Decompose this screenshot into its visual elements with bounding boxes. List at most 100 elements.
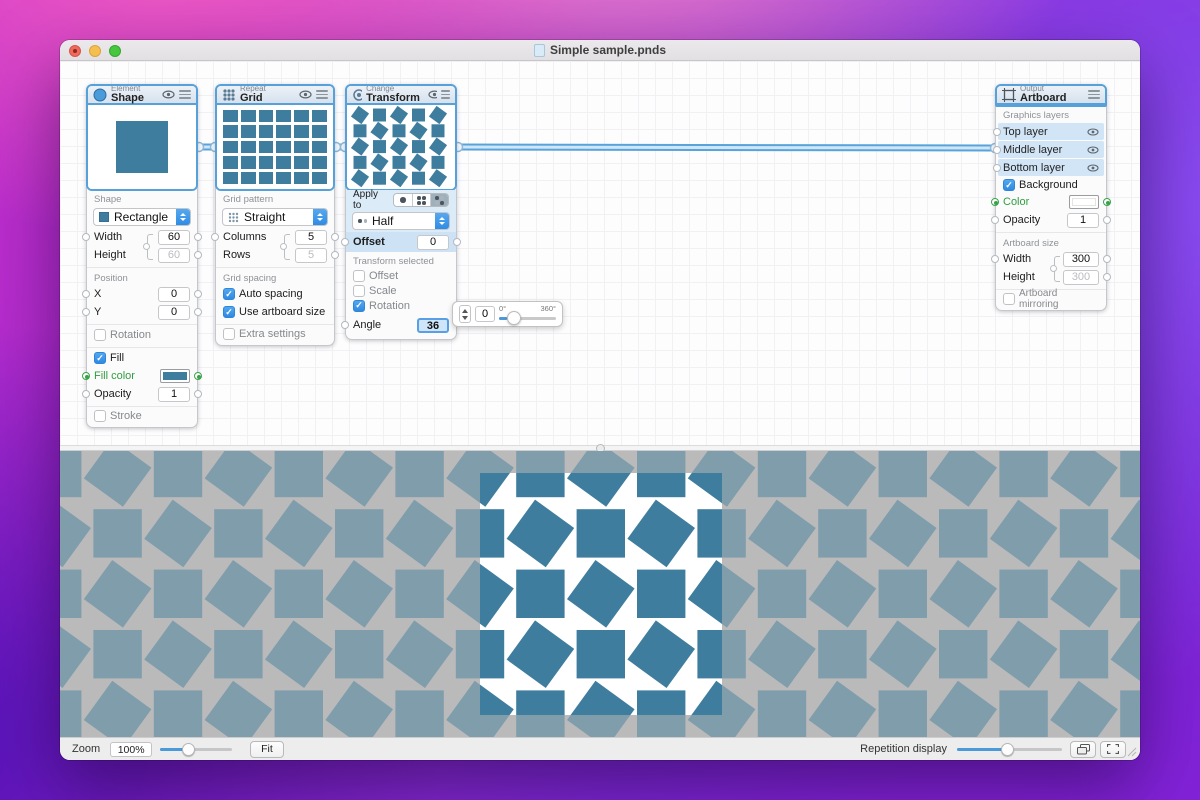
artboard-height-port[interactable] bbox=[1103, 273, 1111, 281]
artboard-color-row: Color bbox=[996, 193, 1106, 211]
opacity-port-left[interactable] bbox=[82, 390, 90, 398]
y-field[interactable]: 0 bbox=[158, 305, 190, 320]
rotation-enable-checkbox[interactable]: ✓ bbox=[353, 300, 365, 312]
artboard-opacity-field[interactable]: 1 bbox=[1067, 213, 1099, 228]
use-artboard-checkbox[interactable]: ✓ bbox=[223, 306, 235, 318]
width-port-left[interactable] bbox=[82, 233, 90, 241]
columns-field[interactable]: 5 bbox=[295, 230, 327, 245]
minimize-button[interactable] bbox=[89, 45, 101, 57]
node-grid-header[interactable]: Repeat Grid bbox=[217, 86, 333, 105]
opacity-field[interactable]: 1 bbox=[158, 387, 190, 402]
resize-grip[interactable] bbox=[1127, 747, 1137, 757]
section-shape: Shape bbox=[87, 190, 197, 206]
node-grid-preview bbox=[217, 105, 333, 189]
artboard-opacity-port-left[interactable] bbox=[991, 216, 999, 224]
apply-all-button[interactable] bbox=[394, 194, 412, 206]
grid-pattern-dropdown[interactable]: Straight bbox=[222, 208, 328, 226]
apply-target-dropdown[interactable]: Half bbox=[352, 212, 450, 230]
node-artboard-header[interactable]: Output Artboard bbox=[997, 86, 1105, 105]
node-menu-icon[interactable] bbox=[179, 90, 191, 99]
visibility-eye-icon[interactable] bbox=[299, 90, 312, 99]
top-layer-port[interactable] bbox=[993, 128, 1001, 136]
color-port-left[interactable] bbox=[991, 198, 999, 206]
transform-rotation-checkbox-row: ✓ Rotation bbox=[346, 298, 456, 313]
height-field[interactable]: 60 bbox=[158, 248, 190, 263]
offset-checkbox[interactable] bbox=[353, 270, 365, 282]
y-port[interactable] bbox=[194, 308, 202, 316]
angle-port-left[interactable] bbox=[341, 321, 349, 329]
node-menu-icon[interactable] bbox=[441, 90, 450, 99]
offset-port-left[interactable] bbox=[341, 238, 349, 246]
node-menu-icon[interactable] bbox=[1088, 90, 1100, 99]
layer-eye-icon[interactable] bbox=[1087, 146, 1099, 154]
background-checkbox[interactable]: ✓ bbox=[1003, 179, 1015, 191]
top-layer-row[interactable]: Top layer bbox=[998, 123, 1104, 140]
shape-x-row: X 0 bbox=[87, 285, 197, 303]
bottom-layer-row[interactable]: Bottom layer bbox=[998, 159, 1104, 176]
artboard-width-port-left[interactable] bbox=[991, 255, 999, 263]
height-port[interactable] bbox=[194, 251, 202, 259]
offset-field[interactable]: 0 bbox=[417, 235, 449, 250]
pattern-canvas[interactable] bbox=[60, 451, 1140, 737]
fill-checkbox[interactable]: ✓ bbox=[94, 352, 106, 364]
scale-checkbox[interactable] bbox=[353, 285, 365, 297]
shape-type-dropdown[interactable]: Rectangle bbox=[93, 208, 191, 226]
columns-port-left[interactable] bbox=[211, 233, 219, 241]
fit-button[interactable]: Fit bbox=[250, 741, 284, 758]
close-button[interactable] bbox=[69, 45, 81, 57]
fill-color-swatch[interactable] bbox=[160, 369, 190, 383]
artboard-width-label: Width bbox=[1003, 253, 1059, 265]
artboard-width-port[interactable] bbox=[1103, 255, 1111, 263]
middle-layer-row[interactable]: Middle layer bbox=[998, 141, 1104, 158]
angle-popover: 0 0° 360° bbox=[452, 301, 563, 327]
repetition-slider-thumb[interactable] bbox=[1001, 743, 1014, 756]
artboard-width-field[interactable]: 300 bbox=[1063, 252, 1099, 267]
x-port[interactable] bbox=[194, 290, 202, 298]
x-port-left[interactable] bbox=[82, 290, 90, 298]
angle-stepper[interactable] bbox=[459, 305, 471, 323]
node-editor-canvas[interactable]: Element Shape Shape Rectangle bbox=[60, 61, 1140, 445]
node-shape-header[interactable]: Element Shape bbox=[88, 86, 196, 105]
shape-fill-color-row: Fill color bbox=[87, 367, 197, 385]
node-transform-header[interactable]: Change Transform bbox=[347, 86, 455, 105]
visibility-eye-icon[interactable] bbox=[428, 90, 437, 99]
shape-height-row: Height 60 bbox=[87, 246, 197, 264]
artboard-height-field[interactable]: 300 bbox=[1063, 270, 1099, 285]
angle-slider-thumb[interactable] bbox=[507, 311, 521, 325]
stroke-checkbox[interactable] bbox=[94, 410, 106, 422]
middle-layer-port[interactable] bbox=[993, 146, 1001, 154]
artboard-mirroring-checkbox[interactable] bbox=[1003, 293, 1015, 305]
columns-port[interactable] bbox=[331, 233, 339, 241]
rows-field[interactable]: 5 bbox=[295, 248, 327, 263]
fill-color-port-left[interactable] bbox=[82, 372, 90, 380]
rows-port[interactable] bbox=[331, 251, 339, 259]
zoom-value-field[interactable]: 100% bbox=[110, 742, 152, 757]
auto-spacing-checkbox[interactable]: ✓ bbox=[223, 288, 235, 300]
background-color-swatch[interactable] bbox=[1069, 195, 1099, 209]
angle-popover-field[interactable]: 0 bbox=[475, 306, 495, 322]
opacity-port[interactable] bbox=[194, 390, 202, 398]
shape-y-row: Y 0 bbox=[87, 303, 197, 321]
y-port-left[interactable] bbox=[82, 308, 90, 316]
offset-port[interactable] bbox=[453, 238, 461, 246]
rotation-checkbox[interactable] bbox=[94, 329, 106, 341]
layer-eye-icon[interactable] bbox=[1087, 164, 1099, 172]
node-menu-icon[interactable] bbox=[316, 90, 328, 99]
width-port[interactable] bbox=[194, 233, 202, 241]
layer-eye-icon[interactable] bbox=[1087, 128, 1099, 136]
bottom-layer-port[interactable] bbox=[993, 164, 1001, 172]
zoom-window-button[interactable] bbox=[109, 45, 121, 57]
visibility-eye-icon[interactable] bbox=[162, 90, 175, 99]
repetition-toggle-button[interactable] bbox=[1070, 741, 1096, 758]
angle-field[interactable]: 36 bbox=[417, 318, 449, 333]
fill-color-port[interactable] bbox=[194, 372, 202, 380]
zoom-slider-thumb[interactable] bbox=[182, 743, 195, 756]
width-field[interactable]: 60 bbox=[158, 230, 190, 245]
x-field[interactable]: 0 bbox=[158, 287, 190, 302]
color-port[interactable] bbox=[1103, 198, 1111, 206]
fullscreen-button[interactable] bbox=[1100, 741, 1126, 758]
artboard-opacity-port[interactable] bbox=[1103, 216, 1111, 224]
apply-every-button[interactable] bbox=[412, 194, 430, 206]
apply-half-button[interactable] bbox=[430, 194, 448, 206]
extra-settings-checkbox[interactable] bbox=[223, 328, 235, 340]
